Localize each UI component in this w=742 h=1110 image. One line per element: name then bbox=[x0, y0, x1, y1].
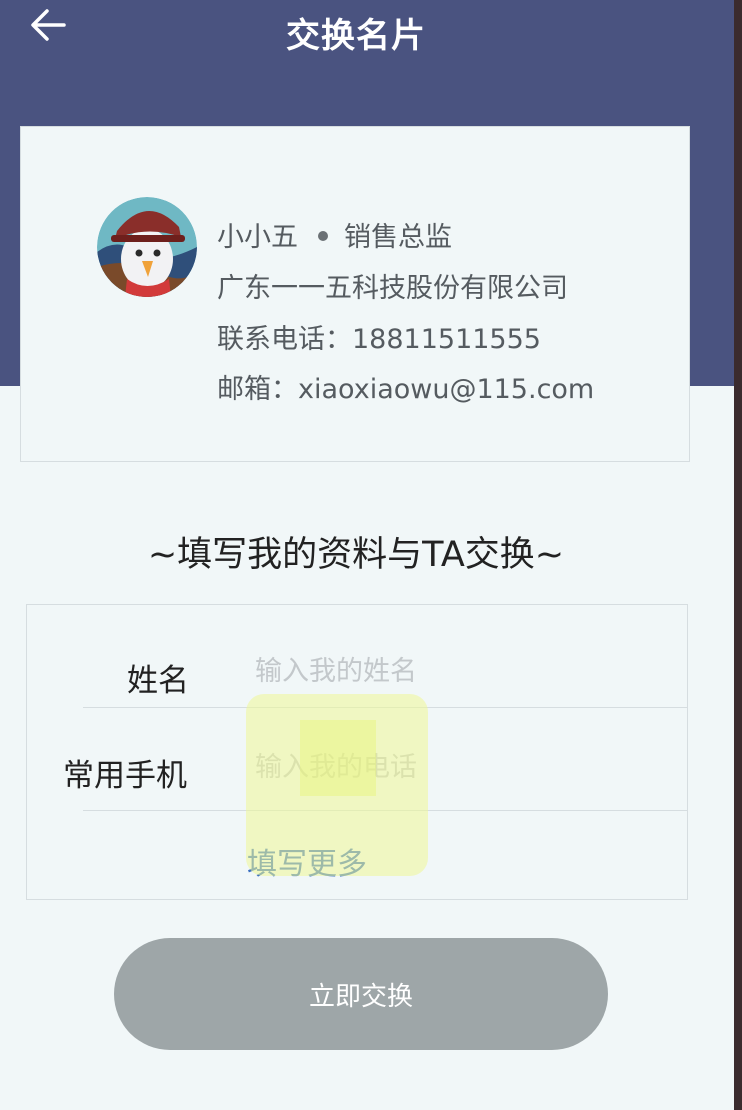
exchange-button[interactable]: 立即交换 bbox=[114, 938, 608, 1050]
contact-email-label: 邮箱： bbox=[217, 374, 298, 405]
fill-more-link[interactable]: 填写更多 bbox=[247, 839, 367, 883]
business-card: 小小五 销售总监 广东一一五科技股份有限公司 联系电话：18811511555 邮… bbox=[20, 126, 690, 462]
page-title: 交换名片 bbox=[286, 16, 426, 56]
contact-email: xiaoxiaowu@115.com bbox=[298, 374, 595, 405]
contact-email-line: 邮箱：xiaoxiaowu@115.com bbox=[217, 367, 594, 406]
contact-phone: 18811511555 bbox=[352, 324, 541, 355]
separator-dot bbox=[318, 230, 328, 241]
contact-name: 小小五 bbox=[217, 222, 298, 253]
contact-name-line: 小小五 销售总监 bbox=[217, 215, 452, 254]
window-edge bbox=[734, 0, 742, 1110]
contact-company: 广东一一五科技股份有限公司 bbox=[217, 273, 568, 304]
name-label: 姓名 bbox=[127, 663, 189, 699]
contact-phone-label: 联系电话： bbox=[217, 324, 352, 355]
contact-phone-line: 联系电话：18811511555 bbox=[217, 317, 541, 356]
name-input[interactable] bbox=[255, 649, 665, 693]
avatar bbox=[97, 197, 197, 297]
divider bbox=[83, 707, 687, 708]
divider bbox=[83, 810, 687, 811]
contact-position: 销售总监 bbox=[344, 222, 452, 253]
exchange-form: 姓名 常用手机 填写更多 bbox=[26, 604, 688, 900]
phone-input[interactable] bbox=[255, 745, 665, 789]
form-heading: ~填写我的资料与TA交换~ bbox=[147, 535, 565, 575]
phone-label: 常用手机 bbox=[63, 758, 187, 794]
